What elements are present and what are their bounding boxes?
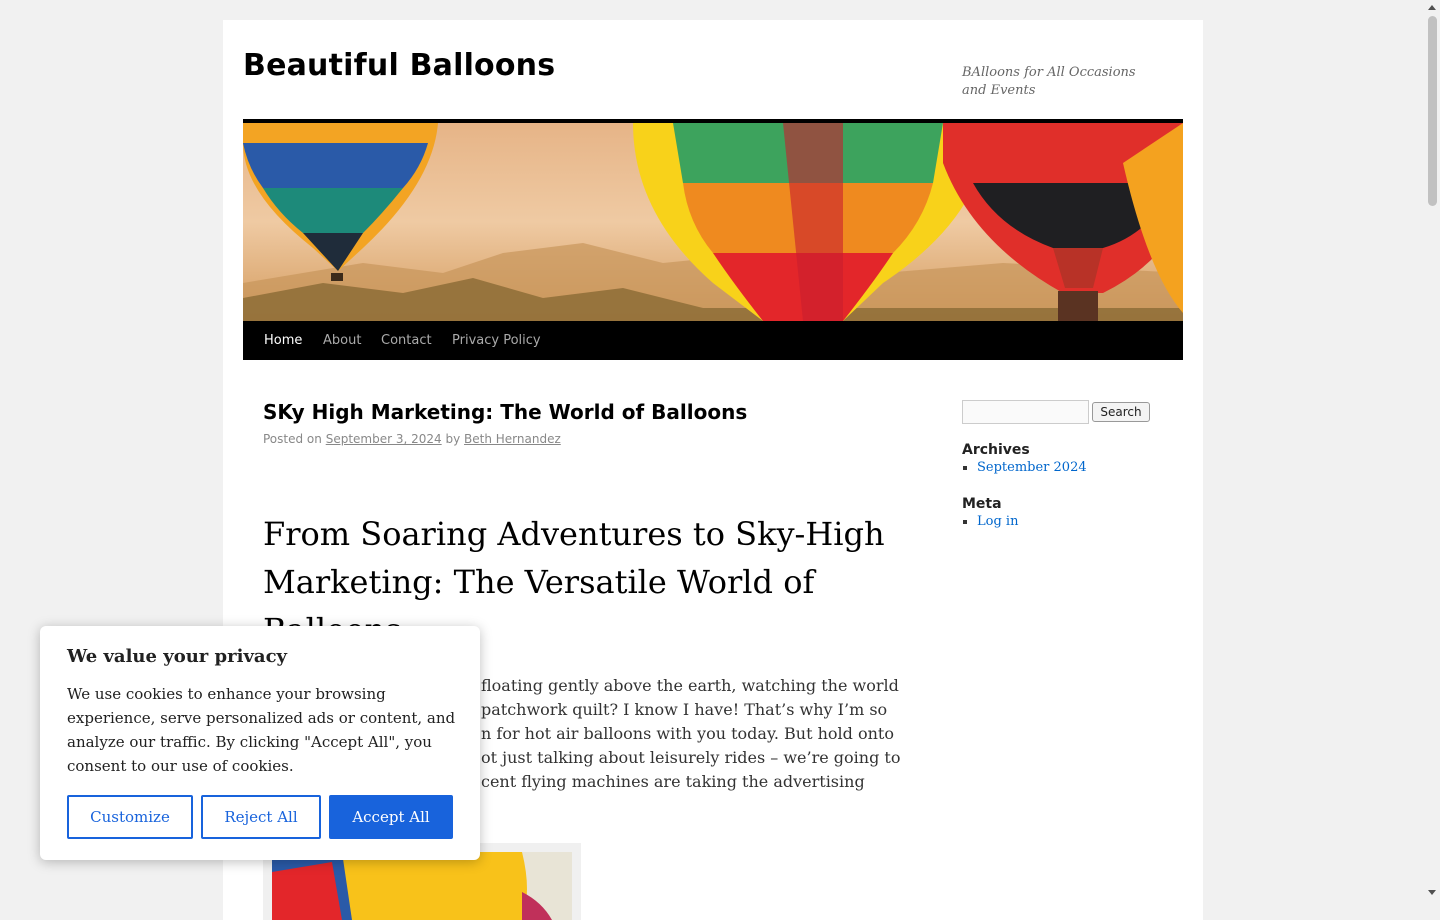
post-date-link[interactable]: September 3, 2024: [326, 432, 442, 446]
scroll-down-arrow-icon[interactable]: [1428, 890, 1436, 895]
main-navigation: Home About Contact Privacy Policy: [243, 321, 1183, 360]
archives-widget-title: Archives: [962, 442, 1030, 458]
balloon-photo-illustration: [272, 852, 572, 920]
posted-on-label: Posted on: [263, 432, 322, 446]
nav-item-home[interactable]: Home: [264, 321, 302, 360]
page-scrollbar[interactable]: [1425, 0, 1440, 900]
site-title[interactable]: Beautiful Balloons: [243, 48, 555, 83]
nav-item-privacy-policy[interactable]: Privacy Policy: [452, 321, 541, 360]
archives-list: September 2024: [962, 460, 1087, 475]
scroll-up-arrow-icon[interactable]: [1428, 5, 1436, 10]
scroll-thumb[interactable]: [1428, 16, 1437, 206]
reject-all-button[interactable]: Reject All: [201, 795, 321, 839]
meta-list: Log in: [962, 514, 1018, 529]
search-button[interactable]: Search: [1092, 402, 1150, 422]
post-title[interactable]: SKy High Marketing: The World of Balloon…: [263, 400, 747, 424]
cookie-description: We use cookies to enhance your browsing …: [67, 685, 456, 775]
post-meta: Posted on September 3, 2024 by Beth Hern…: [263, 432, 561, 446]
hot-air-balloons-illustration: [243, 123, 1183, 321]
list-item: September 2024: [977, 460, 1087, 475]
list-item: Log in: [977, 514, 1018, 529]
post-author-link[interactable]: Beth Hernandez: [464, 432, 561, 446]
by-label: by: [445, 432, 461, 446]
nav-item-contact[interactable]: Contact: [381, 321, 432, 360]
meta-widget-title: Meta: [962, 496, 1002, 512]
log-in-link[interactable]: Log in: [977, 514, 1018, 529]
archive-link[interactable]: September 2024: [977, 460, 1087, 475]
cookie-consent-banner: We value your privacy We use cookies to …: [40, 626, 480, 860]
cookie-title: We value your privacy: [67, 646, 287, 667]
balloon-photo: [272, 852, 572, 920]
accept-all-button[interactable]: Accept All: [329, 795, 453, 839]
search-input[interactable]: [962, 400, 1089, 424]
site-description: BAlloons for All Occasions and Events: [962, 65, 1136, 98]
customize-button[interactable]: Customize: [67, 795, 193, 839]
nav-item-about[interactable]: About: [323, 321, 361, 360]
header-banner-image: [243, 123, 1183, 321]
